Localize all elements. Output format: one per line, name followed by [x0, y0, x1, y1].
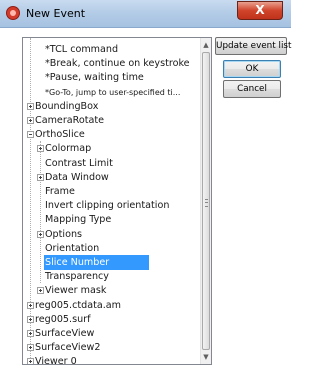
tree-item[interactable]: BoundingBox — [35, 99, 100, 114]
tree-item-label: Viewer mask — [45, 285, 107, 297]
expand-icon[interactable] — [27, 358, 34, 364]
tree-item-label: Colormap — [45, 143, 92, 155]
tree-item[interactable]: *Break, continue on keystroke — [45, 56, 192, 71]
expand-icon[interactable] — [27, 315, 34, 323]
tree-item-label: Orientation — [45, 242, 100, 254]
tree-guide-line — [40, 141, 42, 284]
tree-item-label: CameraRotate — [35, 115, 105, 126]
event-tree[interactable]: ▲ ▼ *TCL command *Break, continue on keys… — [22, 37, 212, 365]
tree-item-label: *TCL command — [45, 44, 119, 55]
tree-item[interactable]: SurfaceView2 — [35, 340, 102, 355]
tree-item-label: Transparency — [45, 271, 109, 283]
tree-item-label: SurfaceView2 — [35, 342, 101, 354]
app-icon — [6, 6, 20, 20]
ok-button[interactable]: OK — [223, 60, 281, 78]
tree-item-label: BoundingBox — [35, 100, 99, 112]
tree-item[interactable]: Viewer mask — [45, 283, 108, 298]
tree-item-label: Viewer 0 — [35, 356, 77, 365]
tree-item-label: *Go-To, jump to user-specified ti... — [45, 87, 181, 97]
scroll-up-arrow-icon[interactable]: ▲ — [201, 39, 211, 51]
tree-item-label: *Break, continue on keystroke — [45, 58, 190, 70]
tree-item[interactable]: Transparency — [45, 269, 111, 284]
expand-icon[interactable] — [27, 301, 34, 309]
grip-icon — [205, 199, 208, 207]
expand-icon[interactable] — [37, 145, 44, 153]
tree-item[interactable]: Frame — [45, 184, 77, 199]
expand-icon[interactable] — [27, 330, 34, 337]
tree-item[interactable]: *TCL command — [45, 42, 120, 57]
tree-item[interactable]: *Pause, waiting time — [45, 70, 146, 85]
tree-item[interactable]: Invert clipping orientation — [45, 198, 171, 213]
tree-item-label: SurfaceView — [35, 328, 95, 339]
tree-item[interactable]: CameraRotate — [35, 113, 106, 128]
tree-scrollbar[interactable]: ▲ ▼ — [200, 38, 211, 364]
expand-icon[interactable] — [27, 102, 34, 110]
tree-item[interactable]: Contrast Limit — [45, 156, 115, 171]
close-button[interactable]: X — [237, 1, 283, 20]
tree-item[interactable]: Data Window — [45, 170, 111, 185]
expand-icon[interactable] — [27, 344, 34, 352]
tree-item[interactable]: Colormap — [45, 141, 93, 156]
window-title: New Event — [26, 7, 86, 20]
expand-icon[interactable] — [37, 173, 44, 181]
update-event-list-button[interactable]: Update event list — [215, 37, 291, 55]
tree-item-label: Slice Number — [45, 257, 110, 268]
tree-item-label: Frame — [45, 186, 75, 197]
tree-item-label: Invert clipping orientation — [45, 200, 170, 212]
tree-item[interactable]: Orientation — [45, 241, 101, 256]
expand-icon[interactable] — [37, 230, 44, 238]
tree-item-label: Contrast Limit — [45, 157, 113, 169]
scroll-down-arrow-icon[interactable]: ▼ — [201, 351, 211, 363]
title-bar[interactable]: New Event X — [0, 0, 291, 28]
collapse-icon[interactable] — [27, 131, 34, 139]
tree-item-label: Mapping Type — [45, 214, 112, 226]
tree-guide-line — [30, 38, 32, 358]
tree-item-label: OrthoSlice — [35, 129, 85, 141]
tree-item-label: *Pause, waiting time — [45, 72, 144, 84]
tree-item[interactable]: OrthoSlice — [35, 127, 87, 142]
tree-item[interactable]: *Go-To, jump to user-specified ti... — [45, 85, 182, 100]
expand-icon[interactable] — [27, 117, 34, 124]
new-event-dialog: New Event X ▲ ▼ *TCL command *Break, cont… — [0, 0, 291, 376]
cancel-button[interactable]: Cancel — [223, 80, 281, 98]
tree-item[interactable]: Mapping Type — [45, 212, 113, 227]
tree-item-label: Data Window — [45, 171, 109, 183]
scrollbar-thumb[interactable] — [202, 52, 210, 350]
tree-item[interactable]: reg005.ctdata.am — [35, 298, 123, 313]
tree-item[interactable]: Options — [45, 227, 84, 242]
tree-item[interactable]: Viewer 0 — [35, 354, 79, 365]
tree-item-label: Options — [45, 228, 83, 240]
tree-item[interactable]: SurfaceView — [35, 326, 96, 341]
tree-item-label: reg005.surf — [35, 313, 91, 325]
tree-item[interactable]: reg005.surf — [35, 312, 93, 327]
expand-icon[interactable] — [37, 287, 44, 295]
tree-item[interactable]: Slice Number — [44, 255, 149, 270]
tree-item-label: reg005.ctdata.am — [35, 299, 122, 311]
